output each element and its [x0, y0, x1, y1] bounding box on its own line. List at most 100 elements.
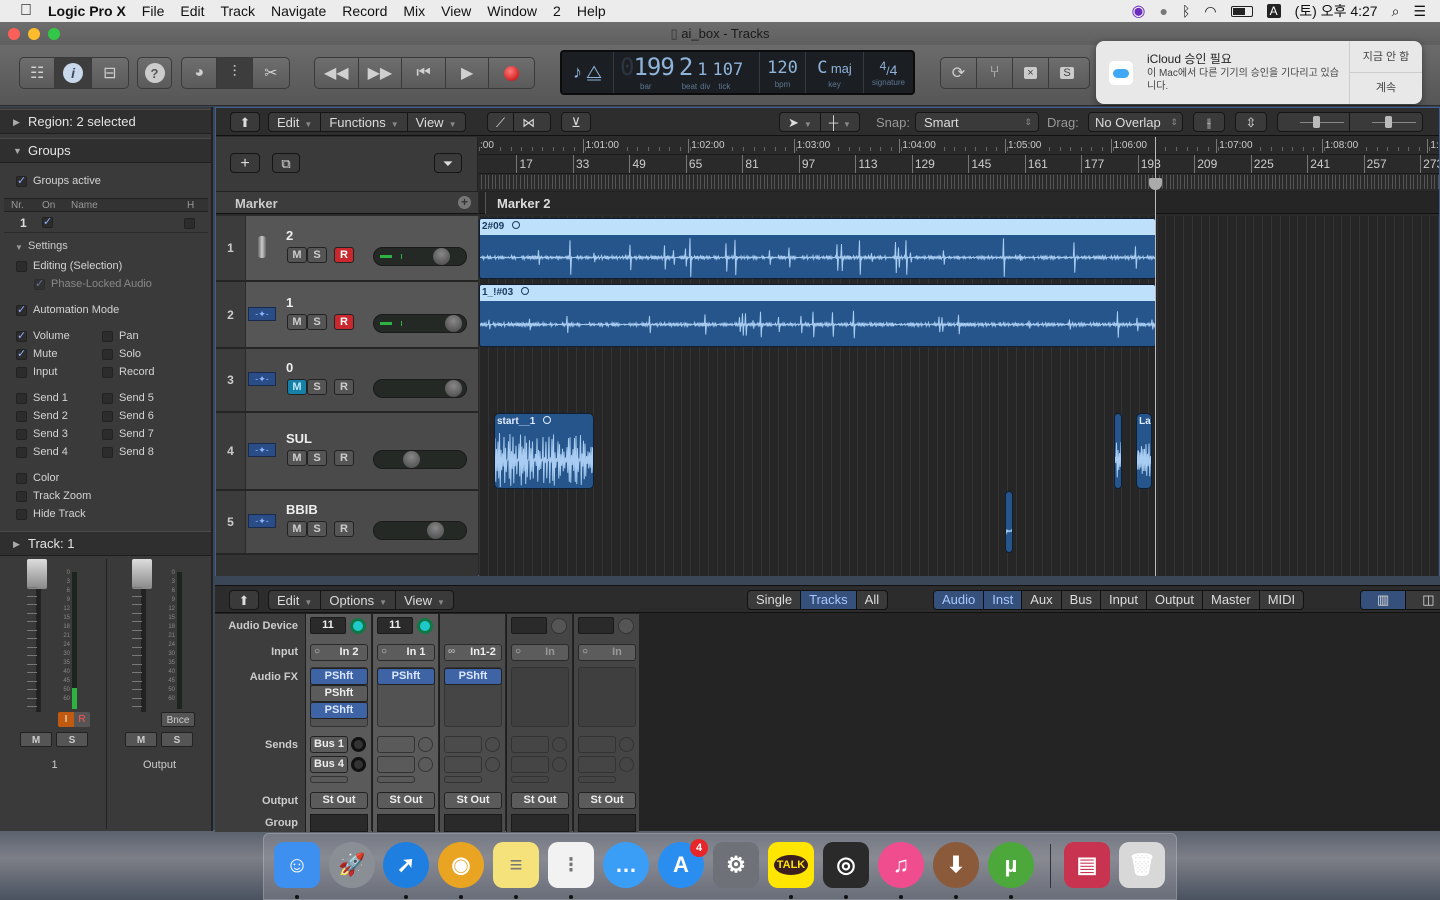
folder-stack-icon[interactable]: ▤	[1064, 842, 1110, 888]
view-mode-all[interactable]: All	[857, 591, 887, 609]
trash-icon[interactable]: 🗑	[1119, 842, 1165, 888]
audio-fx-slot[interactable]: PShft	[444, 668, 502, 685]
track-mute-button[interactable]: M	[287, 313, 307, 330]
track-lanes[interactable]: 2#09 1_!#03 start__1 La	[479, 216, 1439, 576]
track-volume-slider[interactable]	[373, 521, 467, 540]
column-h[interactable]: H	[187, 200, 194, 211]
group-hide-checkbox[interactable]	[184, 218, 195, 229]
send-4-checkbox[interactable]	[16, 447, 27, 458]
help-button[interactable]: ?	[137, 57, 172, 89]
tuner-button[interactable]: ⑂	[977, 58, 1013, 88]
send-slot[interactable]	[578, 736, 616, 753]
left-tool-menu[interactable]: ➤ ▼	[780, 113, 821, 131]
apple-icon[interactable]: 	[0, 2, 40, 20]
menu-edit[interactable]: Edit	[172, 3, 212, 19]
vertical-zoom-slider[interactable]	[1278, 113, 1351, 131]
track-record-button[interactable]: R	[334, 247, 354, 263]
close-window-button[interactable]	[8, 28, 20, 40]
hide-track-checkbox[interactable]	[16, 509, 27, 520]
send-slot[interactable]	[511, 736, 549, 753]
chrome-icon[interactable]: ◉	[438, 842, 484, 888]
audio-region[interactable]: 1_!#03	[479, 284, 1156, 347]
rewind-button[interactable]: ◀◀	[315, 58, 359, 88]
output-slot[interactable]: St Out	[578, 792, 636, 809]
mono-icon[interactable]: ○	[314, 646, 320, 657]
track-name[interactable]: 0	[286, 360, 293, 375]
filter-input[interactable]: Input	[1101, 591, 1147, 609]
track-volume-slider[interactable]	[373, 450, 467, 469]
menu-2[interactable]: 2	[545, 3, 569, 19]
solo-button[interactable]: S	[1049, 58, 1085, 88]
clock[interactable]: (토) 오후 4:27	[1295, 1, 1378, 21]
groups-active-checkbox[interactable]: ✓	[16, 176, 27, 187]
go-to-start-button[interactable]: ⏮	[402, 58, 446, 88]
audio-region[interactable]	[1114, 413, 1122, 489]
snap-select[interactable]: Smart ⇕	[915, 112, 1039, 132]
output-slot[interactable]: St Out	[511, 792, 569, 809]
send-level-knob[interactable]	[619, 757, 634, 772]
mono-icon[interactable]: ○	[582, 646, 588, 657]
audio-device-slot[interactable]: 11	[377, 617, 413, 634]
input-monitor-knob[interactable]	[618, 618, 634, 634]
minimize-window-button[interactable]	[28, 28, 40, 40]
editing-selection-checkbox[interactable]	[16, 261, 27, 272]
input-slot[interactable]: ○ In 2	[310, 644, 368, 661]
installer-icon[interactable]: ⬇	[933, 842, 979, 888]
send-level-knob[interactable]	[418, 737, 433, 752]
fast-forward-button[interactable]: ▶▶	[359, 58, 403, 88]
notes-icon[interactable]: ≡	[493, 842, 539, 888]
gear-icon[interactable]: ⚙	[713, 842, 759, 888]
input-slot[interactable]: ○ In	[578, 644, 636, 661]
solo-button[interactable]: S	[56, 732, 88, 747]
menu-window[interactable]: Window	[479, 3, 545, 19]
send-level-knob[interactable]	[552, 757, 567, 772]
right-tool-menu[interactable]: ┼ ▼	[821, 113, 859, 131]
audio-device-slot[interactable]	[578, 617, 614, 634]
horizontal-zoom-slider[interactable]	[1350, 113, 1422, 131]
send-2-checkbox[interactable]	[16, 411, 27, 422]
track-record-button[interactable]: R	[334, 313, 354, 330]
icloud-notification[interactable]: iCloud 승인 필요 이 Mac에서 다른 기기의 승인을 기다리고 있습니…	[1096, 41, 1422, 104]
menu-help[interactable]: Help	[569, 3, 614, 19]
send-level-knob[interactable]	[619, 737, 634, 752]
options-menu[interactable]: Options ▼	[321, 591, 397, 609]
messages-status-icon[interactable]: ●	[1159, 3, 1167, 19]
mono-icon[interactable]: ○	[515, 646, 521, 657]
empty-send-slot[interactable]	[444, 776, 482, 783]
wide-strips-button[interactable]: ◫	[1406, 591, 1440, 609]
empty-send-slot[interactable]	[377, 776, 415, 783]
logic-icon[interactable]: ◎	[823, 842, 869, 888]
audio-region[interactable]: La	[1136, 413, 1152, 489]
volume-knob[interactable]	[445, 380, 463, 397]
catch-button[interactable]: ⊻	[561, 112, 591, 132]
waveform-zoom-button[interactable]: ⫲	[1193, 112, 1225, 132]
track-mute-button[interactable]: M	[287, 247, 307, 263]
input-slot[interactable]: ∞ In1-2	[444, 644, 502, 661]
input-monitor-knob[interactable]	[350, 618, 366, 634]
stereo-icon[interactable]: ∞	[448, 646, 455, 657]
audio-region[interactable]	[1005, 491, 1013, 553]
app-menu[interactable]: Logic Pro X	[40, 3, 134, 19]
track-solo-button[interactable]: S	[307, 247, 327, 263]
send-3-checkbox[interactable]	[16, 429, 27, 440]
solo-button[interactable]: S	[161, 732, 193, 747]
track-volume-slider[interactable]	[373, 379, 467, 398]
record-button[interactable]	[489, 58, 534, 88]
track-inspector-header[interactable]: ▶ Track: 1	[0, 531, 211, 556]
audio-device-slot[interactable]: 11	[310, 617, 346, 634]
volume-knob[interactable]	[427, 522, 445, 539]
functions-menu[interactable]: Functions ▼	[321, 113, 408, 131]
filter-aux[interactable]: Aux	[1022, 591, 1062, 609]
track-record-button[interactable]: R	[334, 521, 354, 537]
cycle-button[interactable]: ⟳	[941, 58, 977, 88]
column-nr[interactable]: Nr.	[11, 200, 24, 211]
view-menu[interactable]: View ▼	[408, 113, 465, 131]
utorrent-icon[interactable]: µ	[988, 842, 1034, 888]
inspector-button[interactable]: i	[55, 58, 92, 88]
track-record-button[interactable]: R	[334, 379, 354, 395]
track-zoom-checkbox[interactable]	[16, 491, 27, 502]
finder-icon[interactable]: ☺	[274, 842, 320, 888]
filter-master[interactable]: Master	[1203, 591, 1260, 609]
filter-inst[interactable]: Inst	[984, 591, 1023, 609]
group-slot[interactable]	[444, 814, 502, 832]
